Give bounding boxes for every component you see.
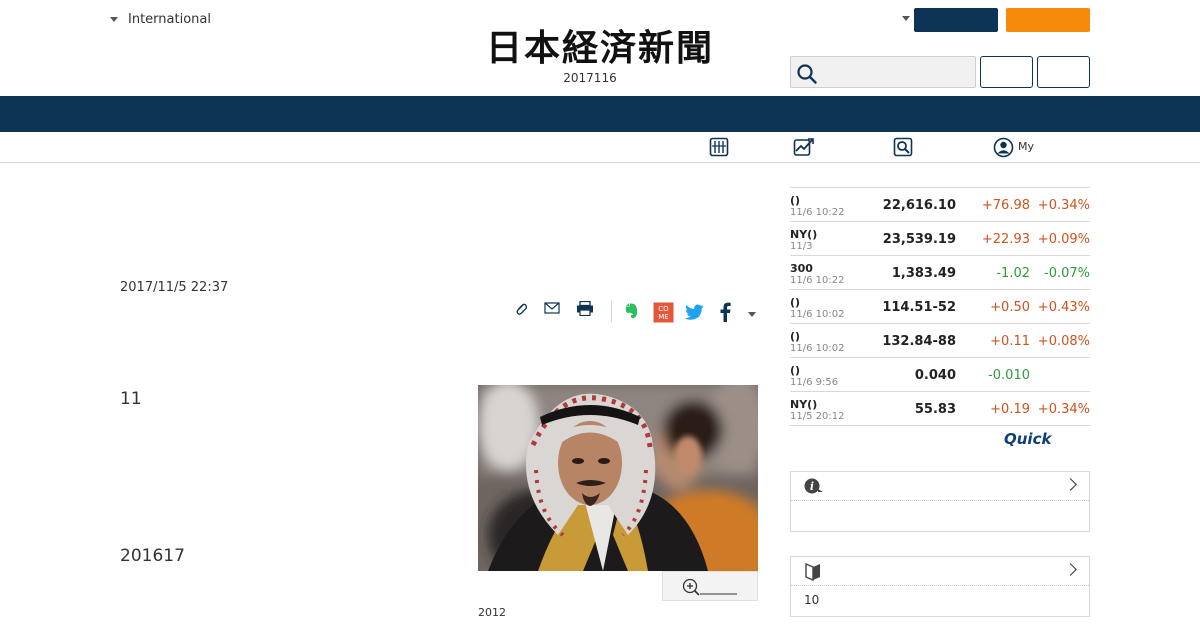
market-row-time: 11/6 10:02	[790, 343, 845, 354]
market-row-value: 22,616.10	[882, 198, 956, 213]
market-chart-icon[interactable]	[793, 137, 815, 157]
market-row[interactable]: () 11/6 10:02 132.84-88 +0.11 +0.08%	[790, 324, 1090, 358]
facebook-icon[interactable]	[720, 302, 731, 322]
edition-label: International	[128, 12, 211, 27]
market-row-change: +0.19	[990, 402, 1030, 417]
nikkei-logo[interactable]: 日本経済新聞	[452, 28, 748, 68]
market-row-name: ()	[790, 364, 801, 377]
market-row-percent: +0.09%	[1037, 232, 1090, 247]
market-row[interactable]: () 11/6 9:56 0.040 -0.010	[790, 358, 1090, 392]
market-row-percent: +0.43%	[1037, 300, 1090, 315]
market-row-name: ()	[790, 330, 801, 343]
market-row[interactable]: NY() 11/3 23,539.19 +22.93 +0.09%	[790, 222, 1090, 256]
caret-down-icon	[110, 17, 118, 22]
svg-text:ME: ME	[658, 313, 668, 321]
market-row-name: NY()	[790, 228, 818, 241]
header-outline-button-1[interactable]	[980, 56, 1033, 88]
market-row-value: 0.040	[914, 368, 956, 383]
newspaper-viewer-icon[interactable]	[709, 137, 729, 157]
photo-caption: 2012	[478, 606, 506, 619]
market-row-percent: +0.34%	[1037, 198, 1090, 213]
market-row-value: 132.84-88	[882, 334, 956, 349]
market-row-change: +76.98	[981, 198, 1030, 213]
paperclip-icon[interactable]	[514, 302, 528, 316]
subscribe-button[interactable]	[1006, 8, 1090, 32]
header-outline-button-2[interactable]	[1037, 56, 1090, 88]
market-row-change: +22.93	[981, 232, 1030, 247]
market-row-change: +0.50	[990, 300, 1030, 315]
article-timestamp: 2017/11/5 22:37	[120, 280, 229, 295]
market-row-time: 11/6 10:02	[790, 309, 845, 320]
market-row-change: -0.010	[988, 368, 1030, 383]
market-row-time: 11/6 9:56	[790, 377, 839, 388]
chevron-right-icon	[1064, 478, 1077, 491]
market-row-name: 300	[790, 262, 813, 275]
quick-logo[interactable]: Quick	[1004, 430, 1051, 448]
market-row-name: NY()	[790, 398, 818, 411]
market-row-time: 11/6 10:22	[790, 207, 845, 218]
market-row[interactable]: () 11/6 10:22 22,616.10 +76.98 +0.34%	[790, 188, 1090, 222]
zoom-in-icon	[682, 578, 737, 596]
main-navigation-bar[interactable]	[0, 96, 1200, 132]
market-row-change: -1.02	[996, 266, 1030, 281]
search-articles-icon[interactable]	[893, 137, 913, 157]
market-row-value: 55.83	[914, 402, 956, 417]
my-account-icon[interactable]	[993, 137, 1014, 158]
market-row-time: 11/3	[790, 241, 813, 252]
market-row[interactable]: NY() 11/5 20:12 55.83 +0.19 +0.34%	[790, 392, 1090, 426]
photo-zoom-button[interactable]	[662, 571, 758, 601]
info-icon: i	[804, 478, 823, 494]
toolbar-divider	[611, 300, 612, 322]
edition-selector[interactable]: International	[110, 12, 211, 27]
login-button[interactable]	[914, 8, 998, 32]
market-row[interactable]: () 11/6 10:02 114.51-52 +0.50 +0.43%	[790, 290, 1090, 324]
search-input[interactable]	[790, 56, 976, 88]
header-date: 2017116	[563, 71, 617, 85]
search-icon	[797, 64, 817, 84]
photo-illustration	[478, 385, 758, 571]
article-paragraph-1: 11	[120, 389, 142, 409]
market-row[interactable]: 300 11/6 10:22 1,383.49 -1.02 -0.07%	[790, 256, 1090, 290]
article-paragraph-2: 201617	[120, 546, 185, 566]
info-panel-header[interactable]: i	[791, 472, 1089, 501]
svg-text:CO: CO	[658, 305, 669, 313]
market-row-percent: +0.08%	[1037, 334, 1090, 349]
account-menu-caret-icon[interactable]	[902, 16, 910, 21]
market-row-time: 11/6 10:22	[790, 275, 845, 286]
market-row-value: 23,539.19	[882, 232, 956, 247]
market-row-value: 114.51-52	[882, 300, 956, 315]
comemo-icon[interactable]: CO ME	[653, 302, 674, 323]
my-label[interactable]: My	[1018, 140, 1034, 153]
print-icon[interactable]	[576, 301, 594, 316]
evernote-icon[interactable]	[623, 302, 639, 320]
market-row-name: ()	[790, 296, 801, 309]
info-panel[interactable]: i	[790, 471, 1090, 532]
market-row-percent: +0.34%	[1037, 402, 1090, 417]
more-share-caret-icon[interactable]	[748, 312, 756, 317]
email-icon[interactable]	[544, 302, 560, 314]
market-row-percent: -0.07%	[1044, 266, 1090, 281]
market-row-name: ()	[790, 194, 801, 207]
beginner-panel-body: 10	[804, 593, 820, 607]
market-row-value: 1,383.49	[891, 266, 956, 281]
twitter-icon[interactable]	[684, 304, 705, 321]
chevron-right-icon	[1064, 563, 1077, 576]
market-data-table: () 11/6 10:22 22,616.10 +76.98 +0.34% NY…	[790, 187, 1090, 426]
beginner-mark-icon	[805, 562, 820, 581]
svg-text:i: i	[810, 480, 814, 493]
market-row-time: 11/5 20:12	[790, 411, 845, 422]
market-row-change: +0.11	[990, 334, 1030, 349]
beginner-panel-header[interactable]	[791, 557, 1089, 586]
article-photo[interactable]	[478, 385, 758, 571]
share-toolbar: CO ME	[510, 300, 760, 326]
beginner-panel[interactable]: 10	[790, 556, 1090, 617]
